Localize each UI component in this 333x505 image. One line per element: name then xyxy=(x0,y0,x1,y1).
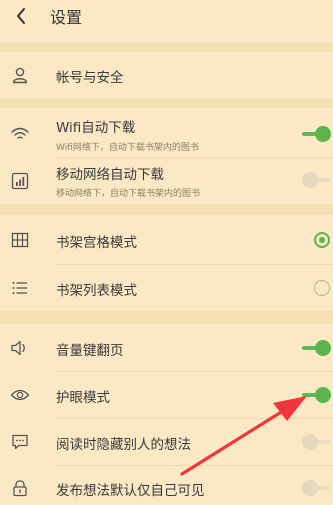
eye-protection-item: 护眼模式 xyxy=(0,372,333,418)
thoughts-private-default-label: 发布想法默认仅自己可见 xyxy=(56,483,205,499)
thoughts-private-default-toggle[interactable] xyxy=(299,480,333,496)
wifi-download-label: Wifi自动下载 xyxy=(56,120,136,136)
shelf-list-mode-radio[interactable] xyxy=(314,280,330,296)
eye-protection-toggle[interactable] xyxy=(299,387,333,403)
toggle-knob xyxy=(315,340,331,356)
list-icon xyxy=(10,278,30,298)
wifi-download-item: Wifi自动下载 Wifi网络下，自动下载书架内的图书 xyxy=(0,110,333,158)
eye-protection-label: 护眼模式 xyxy=(56,390,110,406)
toggle-knob xyxy=(315,126,331,142)
comment-icon xyxy=(10,432,30,452)
thoughts-private-default-item: 发布想法默认仅自己可见 xyxy=(0,466,333,505)
grid-icon xyxy=(10,230,30,250)
speaker-icon xyxy=(10,338,30,358)
mobile-download-description: 移动网络下，自动下载书架内的图书 xyxy=(56,189,201,199)
shelf-grid-mode-radio[interactable] xyxy=(314,232,330,248)
section-separator xyxy=(0,311,333,324)
mobile-download-item: 移动网络自动下载 移动网络下，自动下载书架内的图书 xyxy=(0,158,333,204)
mobile-download-label: 移动网络自动下载 xyxy=(56,167,164,183)
volume-key-page-toggle[interactable] xyxy=(299,340,333,356)
toggle-knob xyxy=(302,172,318,188)
hide-others-thoughts-item: 阅读时隐藏别人的想法 xyxy=(0,419,333,465)
volume-key-page-label: 音量键翻页 xyxy=(56,343,124,359)
wifi-download-toggle[interactable] xyxy=(299,126,333,142)
section-separator xyxy=(0,98,333,108)
shelf-grid-mode-label: 书架宫格模式 xyxy=(56,235,137,251)
toggle-knob xyxy=(302,434,318,450)
toggle-knob xyxy=(315,387,331,403)
page-title: 设置 xyxy=(50,8,83,27)
chevron-left-icon xyxy=(17,8,25,24)
signal-icon xyxy=(10,171,30,191)
account-security-item[interactable]: 帐号与安全 xyxy=(0,52,333,98)
shelf-list-mode-item[interactable]: 书架列表模式 xyxy=(0,265,333,311)
shelf-grid-mode-item[interactable]: 书架宫格模式 xyxy=(0,216,333,264)
mobile-download-toggle[interactable] xyxy=(299,172,333,188)
wifi-icon xyxy=(10,124,30,144)
header-bar: 设置 xyxy=(0,0,333,34)
hide-others-thoughts-toggle[interactable] xyxy=(299,434,333,450)
lock-icon xyxy=(10,478,30,498)
wifi-download-description: Wifi网络下，自动下载书架内的图书 xyxy=(56,143,199,153)
shelf-list-mode-label: 书架列表模式 xyxy=(56,283,137,299)
section-separator xyxy=(0,204,333,215)
back-button[interactable] xyxy=(6,0,36,32)
toggle-knob xyxy=(302,480,318,496)
volume-key-page-item: 音量键翻页 xyxy=(0,325,333,371)
eye-icon xyxy=(10,385,30,405)
hide-others-thoughts-label: 阅读时隐藏别人的想法 xyxy=(56,437,191,453)
section-separator xyxy=(0,43,333,52)
account-security-label: 帐号与安全 xyxy=(56,70,124,86)
user-icon xyxy=(10,65,30,85)
